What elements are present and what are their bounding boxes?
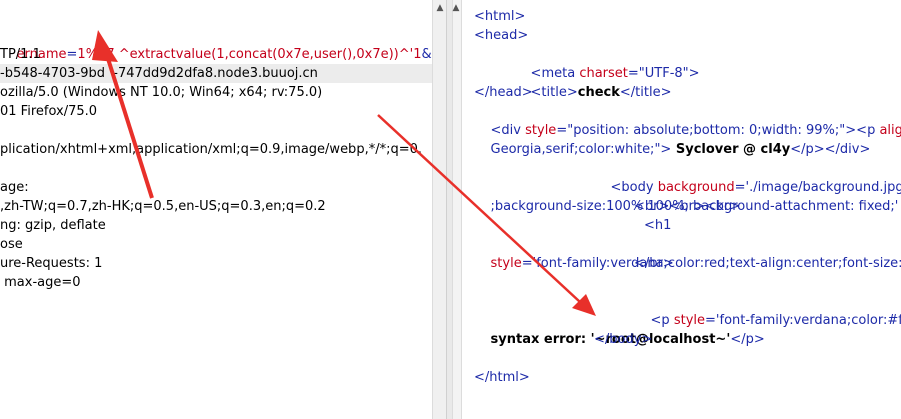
annotation-arrows xyxy=(92,30,596,316)
arrowhead-up-icon xyxy=(92,30,118,62)
arrow-to-result xyxy=(377,114,581,303)
arrow-to-payload xyxy=(102,45,154,199)
